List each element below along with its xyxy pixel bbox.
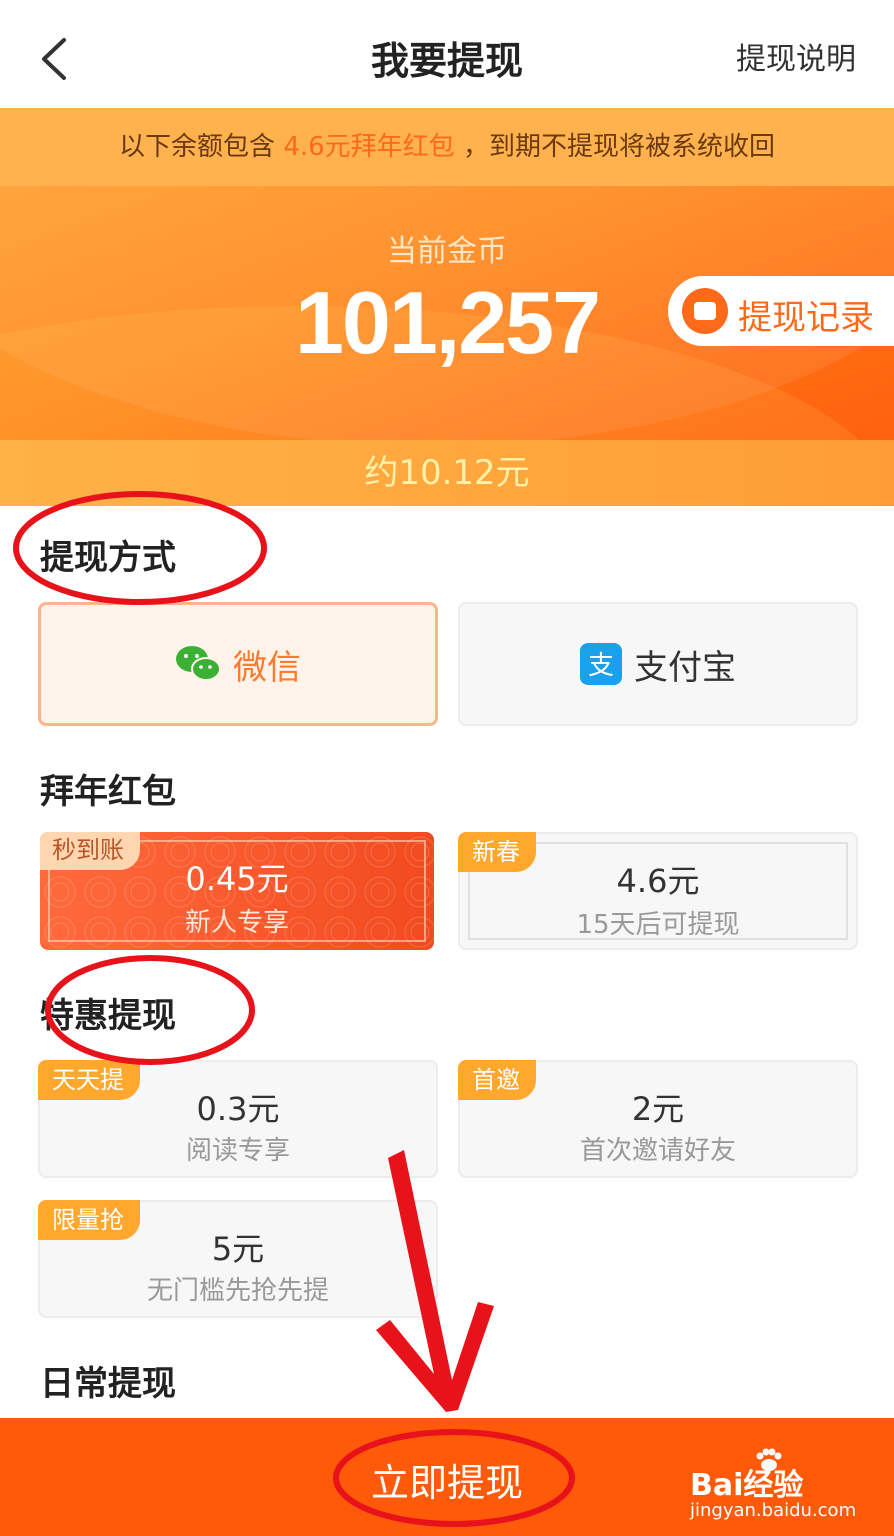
wechat-icon: [176, 646, 221, 681]
withdraw-option-card[interactable]: 首邀 2元 首次邀请好友: [458, 1060, 858, 1178]
withdraw-record-button[interactable]: 提现记录: [668, 276, 894, 346]
notice-suffix: ，到期不提现将被系统收回: [462, 132, 775, 162]
withdraw-option-card[interactable]: 新春 4.6元 15天后可提现: [458, 832, 858, 950]
special-section-title: 特惠提现: [40, 996, 176, 1036]
wechat-pay-option[interactable]: 微信: [38, 602, 438, 726]
option-note: 首次邀请好友: [579, 1136, 736, 1166]
option-note: 无门槛先抢先提: [146, 1276, 329, 1306]
notice-prefix: 以下余额包含: [119, 132, 276, 162]
option-amount: 0.45元: [185, 860, 289, 898]
daily-section-title: 日常提现: [40, 1364, 176, 1404]
option-note: 阅读专享: [185, 1136, 290, 1166]
watermark-url: jingyan.baidu.com: [690, 1500, 857, 1521]
baidu-jingyan-watermark: Bai经验 jingyan.baidu.com: [690, 1448, 880, 1528]
withdraw-option-card[interactable]: 天天提 0.3元 阅读专享: [38, 1060, 438, 1178]
expiry-notice-banner: 以下余额包含 4.6元拜年红包 ，到期不提现将被系统收回: [0, 108, 894, 186]
svg-text:支: 支: [588, 651, 614, 681]
option-amount: 4.6元: [616, 862, 700, 900]
balance-panel: 当前金币 101,257 提现记录 约10.12元: [0, 186, 894, 506]
option-amount: 2元: [631, 1090, 685, 1128]
withdraw-option-card[interactable]: 秒到账 0.45元 新人专享: [40, 832, 434, 950]
coin-label: 当前金币: [387, 234, 507, 269]
option-note: 新人专享: [184, 908, 289, 938]
withdraw-record-label: 提现记录: [738, 298, 874, 338]
watermark-brand: Bai经验: [690, 1468, 804, 1503]
option-amount: 5元: [211, 1230, 265, 1268]
new-year-section-title: 拜年红包: [40, 772, 176, 812]
alipay-icon: 支: [580, 643, 622, 685]
wechat-label: 微信: [233, 647, 301, 688]
withdraw-option-card[interactable]: 限量抢 5元 无门槛先抢先提: [38, 1200, 438, 1318]
top-bar: 我要提现 提现说明: [0, 0, 894, 108]
cash-equivalent: 约10.12元: [0, 440, 894, 506]
wallet-icon: [682, 288, 728, 334]
alipay-label: 支付宝: [634, 647, 736, 688]
alipay-option[interactable]: 支 支付宝: [458, 602, 858, 726]
notice-highlight: 4.6元拜年红包: [283, 132, 455, 162]
payment-method-title: 提现方式: [40, 538, 176, 578]
withdraw-help-link[interactable]: 提现说明: [736, 34, 856, 78]
option-note: 15天后可提现: [576, 910, 740, 940]
option-amount: 0.3元: [196, 1090, 280, 1128]
